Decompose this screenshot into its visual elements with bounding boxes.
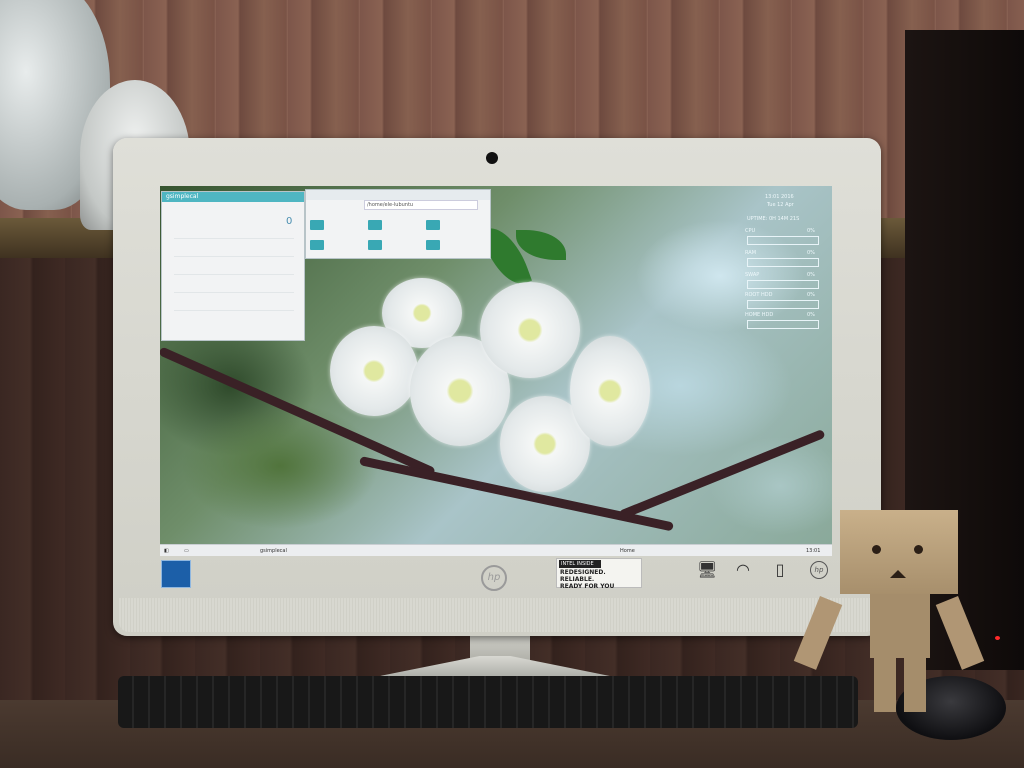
speedometer-sticker-icon: ◠ [736,560,750,579]
power-led [995,636,1000,640]
product-sticker: INTEL INSIDE REDESIGNED. RELIABLE. READY… [556,558,642,590]
intel-badge-icon [161,560,191,588]
taskbar[interactable]: ◧ ▭ gsimplecal Home 13:01 [160,544,832,556]
conky-row-label: RAM [745,250,757,256]
sticker-header: INTEL INSIDE [559,560,601,568]
desktop-icon[interactable]: ▭ [184,546,194,556]
blossom [330,326,418,416]
keyboard[interactable] [118,676,858,728]
folder-icon[interactable] [368,240,382,250]
conky-row-label: CPU [745,228,756,234]
conky-row-value: 0% [807,272,815,278]
figure-head [840,510,958,594]
figure-body [870,594,930,658]
hp-logo: hp [481,565,507,591]
conky-row-value: 0% [807,228,815,234]
conky-bar [747,320,819,329]
conky-uptime: UPTIME: 0H 14M 21S [747,216,800,222]
blossom [570,336,650,446]
calendar-window-title[interactable]: gsimplecal [162,192,304,202]
taskbar-clock[interactable]: 13:01 [806,546,830,556]
conky-bar [747,258,819,267]
conky-time: 13:01 2016 [765,194,794,200]
calendar-grid[interactable] [174,238,294,328]
speaker-grille [119,598,875,632]
sticker-line-1: REDESIGNED. RELIABLE. [560,569,606,583]
file-manager-titlebar[interactable] [306,190,490,200]
hp-small-logo: hp [810,561,828,579]
screen[interactable]: gsimplecal 0 /home/ele-lubuntu 13:01 201… [160,186,832,556]
conky-monitor: 13:01 2016 Tue 12 Apr UPTIME: 0H 14M 21S… [743,192,829,352]
folder-icon[interactable] [368,220,382,230]
webcam-icon [486,152,498,164]
conky-row-label: SWAP [745,272,760,278]
folder-icon[interactable] [426,240,440,250]
calendar-window[interactable]: gsimplecal 0 [161,191,305,341]
monitor-sticker-icon: 🖥 [697,560,718,579]
sticker-text: REDESIGNED. RELIABLE. READY FOR YOU [560,569,640,590]
conky-bar [747,236,819,245]
figure-eye [872,545,881,554]
conky-row-value: 0% [807,292,815,298]
conky-row-label: ROOT HDD [745,292,773,298]
figure-eye [914,545,923,554]
leaf [516,230,566,260]
taskbar-item[interactable]: gsimplecal [260,546,440,556]
path-bar[interactable]: /home/ele-lubuntu [364,200,478,210]
sticker-line-2: READY FOR YOU [560,583,615,590]
all-in-one-monitor: gsimplecal 0 /home/ele-lubuntu 13:01 201… [113,138,881,636]
folder-icon[interactable] [426,220,440,230]
file-manager-window[interactable]: /home/ele-lubuntu [305,189,491,259]
conky-row-value: 0% [807,250,815,256]
blossom [480,282,580,378]
conky-row-value: 0% [807,312,815,318]
folder-icon[interactable] [310,240,324,250]
conky-bar [747,280,819,289]
conky-bar [747,300,819,309]
conky-date: Tue 12 Apr [767,202,794,208]
clipboard-sticker-icon: ▯ [775,560,785,579]
figure-legs [874,656,926,712]
calendar-day: 0 [286,216,293,227]
folder-icon[interactable] [310,220,324,230]
conky-row-label: HOME HDD [745,312,774,318]
taskbar-item[interactable]: Home [620,546,790,556]
start-menu-icon[interactable]: ◧ [164,546,174,556]
branch [618,428,826,520]
